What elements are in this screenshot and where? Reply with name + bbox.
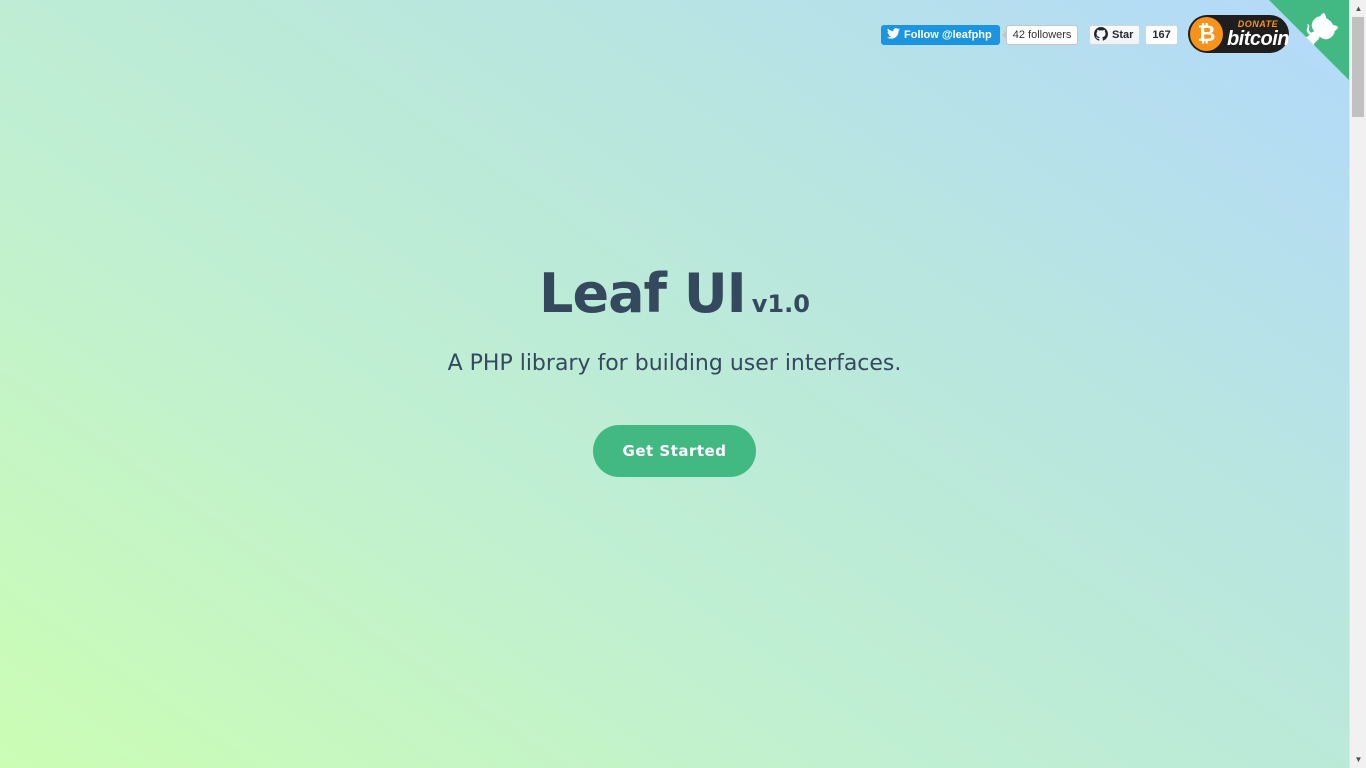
- scroll-up-arrow-icon[interactable]: ▲: [1350, 0, 1366, 17]
- twitter-follow-widget: Follow @leafphp 42 followers: [881, 25, 1079, 45]
- twitter-followers-count[interactable]: 42 followers: [1001, 25, 1079, 45]
- scroll-down-arrow-icon[interactable]: ▼: [1350, 751, 1366, 768]
- landing-page: Follow @leafphp 42 followers Star 167 ₿ …: [0, 0, 1349, 768]
- github-star-widget: Star 167: [1089, 25, 1178, 45]
- get-started-button[interactable]: Get Started: [593, 425, 756, 477]
- github-corner-link[interactable]: [1269, 0, 1349, 80]
- github-star-count[interactable]: 167: [1145, 25, 1178, 45]
- hero-tagline: A PHP library for building user interfac…: [447, 351, 902, 376]
- twitter-follow-label: Follow @leafphp: [904, 29, 992, 41]
- github-star-button[interactable]: Star: [1089, 25, 1141, 45]
- github-star-label: Star: [1112, 29, 1134, 41]
- version-badge: v1.0: [751, 290, 810, 318]
- scroll-thumb[interactable]: [1352, 17, 1364, 117]
- hero-title-text: Leaf UI: [539, 262, 747, 325]
- hero-title: Leaf UI v1.0: [0, 262, 1349, 325]
- twitter-follow-button[interactable]: Follow @leafphp: [881, 25, 1000, 45]
- bitcoin-icon: ₿: [1190, 17, 1223, 51]
- github-icon: [1094, 26, 1108, 44]
- vertical-scrollbar[interactable]: ▲ ▼: [1349, 0, 1366, 768]
- twitter-bird-icon: [887, 28, 900, 42]
